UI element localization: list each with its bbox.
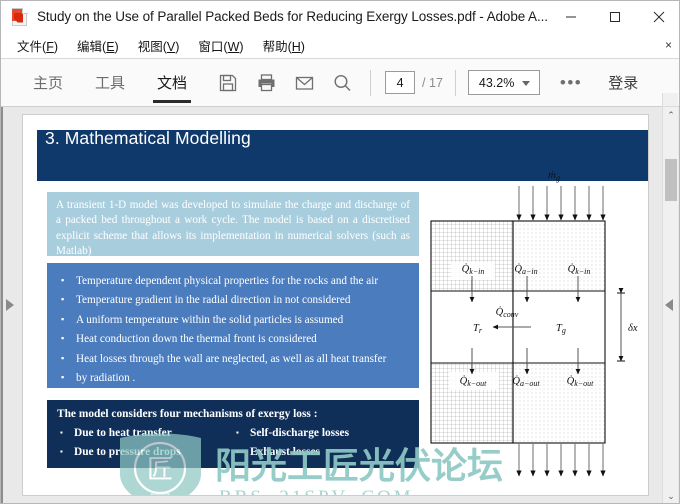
watermark-text-url: BBS. 21SPV. COM bbox=[219, 487, 414, 495]
tab-tools[interactable]: 工具 bbox=[89, 59, 131, 107]
assumptions-box: Temperature dependent physical propertie… bbox=[47, 263, 419, 388]
scroll-down-icon[interactable]: ⌄ bbox=[663, 488, 679, 503]
menu-file-accel: F bbox=[46, 40, 54, 54]
print-icon[interactable] bbox=[247, 59, 285, 107]
intro-text-box: A transient 1-D model was developed to s… bbox=[47, 192, 419, 257]
watermark-year: 2007 bbox=[150, 492, 170, 495]
pdf-page: 3. Mathematical Modelling A transient 1-… bbox=[23, 115, 648, 495]
page-total-label: / 17 bbox=[422, 75, 443, 90]
scrollbar-top-cap bbox=[662, 93, 678, 107]
exergy-left-column: Due to heat transfer Due to pressure dro… bbox=[57, 423, 233, 462]
more-tools-button[interactable]: ••• bbox=[550, 74, 592, 91]
title-bar: Study on the Use of Parallel Packed Beds… bbox=[1, 1, 679, 33]
window-title: Study on the Use of Parallel Packed Beds… bbox=[37, 9, 548, 24]
packed-bed-control-volume-diagram: ṁg Q̇k−in Q̇a−in Q̇k−in Q̇conv Tr Tg Q̇k… bbox=[423, 160, 648, 490]
exergy-right-column: Self-discharge losses Exhaust losses bbox=[233, 423, 409, 462]
menu-file-label: 文件 bbox=[17, 40, 43, 54]
adobe-acrobat-window: Study on the Use of Parallel Packed Beds… bbox=[0, 0, 680, 504]
scrollbar-thumb[interactable] bbox=[665, 159, 677, 201]
save-icon[interactable] bbox=[209, 59, 247, 107]
sign-in-button[interactable]: 登录 bbox=[608, 72, 638, 93]
tools-pane-toggle-icon[interactable] bbox=[665, 299, 673, 311]
slide-title: 3. Mathematical Modelling bbox=[45, 128, 251, 148]
scroll-up-icon[interactable]: ⌃ bbox=[663, 107, 679, 124]
menu-file[interactable]: 文件(F) bbox=[10, 36, 65, 55]
document-viewport[interactable]: 3. Mathematical Modelling A transient 1-… bbox=[1, 107, 679, 503]
tab-document[interactable]: 文档 bbox=[151, 59, 193, 107]
menu-help[interactable]: 帮助(H) bbox=[256, 36, 312, 55]
list-item: Heat losses through the wall are neglect… bbox=[55, 349, 411, 369]
menu-edit[interactable]: 编辑(E) bbox=[70, 36, 126, 55]
menu-help-label: 帮助 bbox=[262, 40, 288, 54]
list-item: Exhaust losses bbox=[233, 442, 409, 462]
list-item: Heat conduction down the thermal front i… bbox=[55, 329, 411, 349]
menu-window-accel: W bbox=[227, 40, 240, 54]
list-item: Self-discharge losses bbox=[233, 423, 409, 443]
zoom-level-value: 43.2% bbox=[478, 75, 515, 90]
zoom-level-select[interactable]: 43.2% bbox=[467, 70, 540, 95]
tab-home[interactable]: 主页 bbox=[27, 59, 69, 107]
toolbar-divider-2 bbox=[454, 69, 456, 96]
adobe-pdf-icon bbox=[12, 7, 28, 26]
list-item: Due to heat transfer bbox=[57, 423, 233, 443]
exergy-lead-text: The model considers four mechanisms of e… bbox=[57, 408, 318, 420]
menu-view[interactable]: 视图(V) bbox=[131, 36, 187, 55]
menu-bar: 文件(F) 编辑(E) 视图(V) 窗口(W) 帮助(H) × bbox=[1, 33, 679, 59]
main-toolbar: 主页 工具 文档 4 / 17 43.2% ••• 登录 bbox=[1, 59, 679, 107]
menu-view-accel: V bbox=[166, 40, 176, 54]
list-item: by radiation . bbox=[55, 368, 411, 388]
search-icon[interactable] bbox=[323, 59, 361, 107]
close-document-button[interactable]: × bbox=[665, 38, 672, 52]
left-rail bbox=[1, 107, 3, 503]
svg-text:ṁg: ṁg bbox=[548, 169, 560, 183]
minimize-button[interactable] bbox=[549, 1, 593, 33]
list-item: A uniform temperature within the solid p… bbox=[55, 310, 411, 330]
page-number-input[interactable]: 4 bbox=[385, 71, 416, 94]
menu-help-accel: H bbox=[291, 40, 301, 54]
menu-edit-accel: E bbox=[106, 40, 115, 54]
list-item: Due to pressure drops bbox=[57, 442, 233, 462]
exergy-loss-box: The model considers four mechanisms of e… bbox=[47, 400, 419, 468]
list-item: Temperature dependent physical propertie… bbox=[55, 271, 411, 291]
navigation-pane-toggle-icon[interactable] bbox=[6, 299, 14, 311]
window-controls bbox=[549, 1, 679, 33]
menu-window-label: 窗口 bbox=[198, 40, 224, 54]
toolbar-divider-1 bbox=[370, 69, 372, 96]
svg-text:δx: δx bbox=[628, 323, 638, 334]
email-icon[interactable] bbox=[285, 59, 323, 107]
maximize-button[interactable] bbox=[593, 1, 637, 33]
menu-window[interactable]: 窗口(W) bbox=[191, 36, 250, 55]
chevron-down-icon bbox=[521, 81, 530, 86]
list-item: Temperature gradient in the radial direc… bbox=[55, 290, 411, 310]
menu-view-label: 视图 bbox=[137, 40, 163, 54]
menu-edit-label: 编辑 bbox=[77, 40, 103, 54]
close-button[interactable] bbox=[637, 1, 679, 33]
